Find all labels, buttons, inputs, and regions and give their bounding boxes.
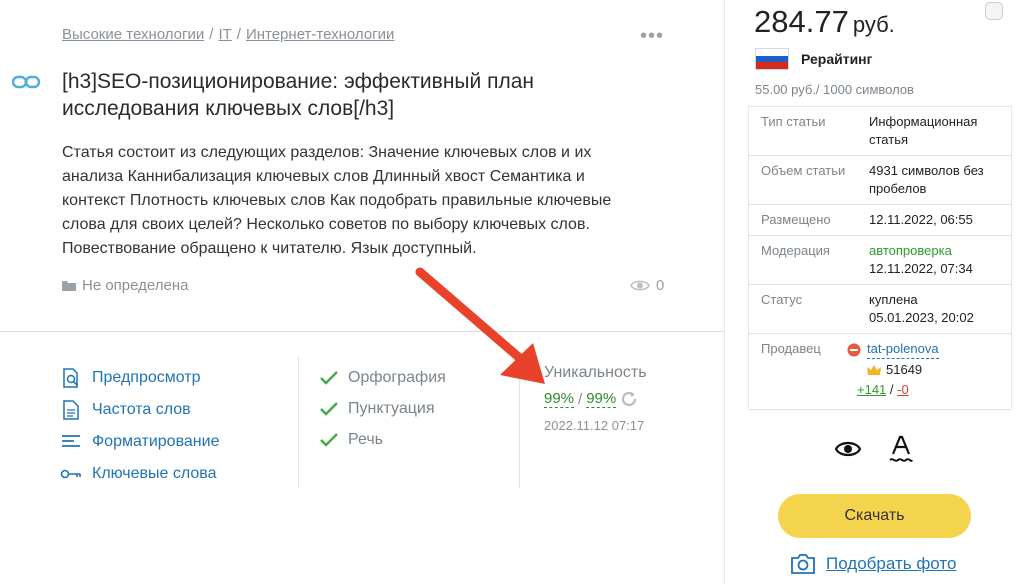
breadcrumb-item-it[interactable]: IT	[218, 26, 231, 43]
uniqueness-value-2[interactable]: 99%	[586, 390, 617, 408]
russia-flag-icon	[755, 48, 789, 70]
site-name: Рерайтинг	[801, 51, 873, 67]
check-punctuation: Пунктуация	[320, 393, 446, 424]
seller-negative[interactable]: -0	[897, 382, 909, 397]
folder-icon	[62, 281, 76, 291]
download-button[interactable]: Скачать	[778, 494, 971, 538]
uniqueness-title: Уникальность	[544, 364, 647, 381]
crown-icon	[867, 364, 881, 375]
info-row-size: Объем статьи 4931 символов без пробелов	[749, 156, 1011, 205]
moderation-status: автопроверка	[869, 243, 952, 258]
uniqueness-date: 2022.11.12 07:17	[544, 418, 645, 433]
link-icon	[11, 74, 41, 95]
camera-icon	[791, 554, 815, 574]
price-value: 284.77	[754, 4, 849, 39]
uniqueness-block: Уникальность 99% / 99% 2022.11.12 07:17	[544, 364, 647, 433]
check-icon	[320, 401, 338, 416]
seller-link[interactable]: tat-polenova	[867, 340, 939, 359]
spellcheck-icon[interactable]	[888, 434, 914, 469]
breadcrumb: Высокие технологии / IT / Интернет-технологи…	[62, 26, 395, 43]
article-card: Высокие технологии / IT / Интернет-технологи…	[0, 0, 724, 584]
tool-keywords[interactable]: Ключевые слова	[60, 458, 219, 490]
rate-info: 55.00 руб./ 1000 символов	[755, 82, 914, 97]
category-label: Не определена	[82, 277, 189, 294]
divider	[0, 331, 724, 332]
article-title[interactable]: [h3]SEO-позиционирование: эффективный пл…	[62, 68, 622, 122]
article-description: Статья состоит из следующих разделов: Зн…	[62, 144, 612, 257]
seller-positive[interactable]: +141	[857, 382, 886, 397]
check-speech: Речь	[320, 424, 446, 455]
refresh-icon[interactable]	[620, 390, 638, 408]
tools-list: Предпросмотр Частота слов Форматирование…	[60, 362, 219, 490]
document-icon	[60, 400, 82, 420]
check-icon	[320, 370, 338, 385]
key-icon	[60, 468, 82, 480]
price: 284.77 руб.	[754, 4, 895, 40]
tool-formatting[interactable]: Форматирование	[60, 426, 219, 458]
select-checkbox[interactable]	[985, 2, 1003, 20]
article-info-table: Тип статьи Информационная статья Объем с…	[748, 106, 1012, 410]
breadcrumb-item-hightech[interactable]: Высокие технологии	[62, 26, 204, 43]
info-row-status: Статус куплена 05.01.2023, 20:02	[749, 285, 1011, 334]
category: Не определена	[62, 277, 188, 294]
tool-word-frequency[interactable]: Частота слов	[60, 394, 219, 426]
preview-icon	[60, 368, 82, 388]
divider	[519, 356, 520, 488]
check-spelling: Орфография	[320, 362, 446, 393]
uniqueness-value-1[interactable]: 99%	[544, 390, 575, 408]
price-currency: руб.	[852, 12, 895, 37]
more-menu-button[interactable]: •••	[640, 26, 664, 46]
blocked-icon	[847, 343, 861, 356]
info-row-moderation: Модерация автопроверка 12.11.2022, 07:34	[749, 236, 1011, 285]
eye-icon[interactable]	[834, 440, 862, 463]
uniqueness-values: 99% / 99%	[544, 390, 647, 408]
views-counter: 0	[630, 277, 664, 294]
info-row-type: Тип статьи Информационная статья	[749, 107, 1011, 156]
moderation-date: 12.11.2022, 07:34	[869, 261, 973, 276]
info-row-placed: Размещено 12.11.2022, 06:55	[749, 205, 1011, 236]
check-icon	[320, 432, 338, 447]
divider	[298, 356, 299, 488]
views-count: 0	[656, 277, 665, 294]
info-row-seller: Продавец tat-polenova 51649 +141 / -0	[761, 340, 939, 397]
eye-icon	[630, 280, 650, 291]
seller-rating: 51649	[886, 362, 923, 377]
format-icon	[60, 434, 82, 450]
pick-photo-link[interactable]: Подобрать фото	[790, 553, 956, 575]
tool-preview[interactable]: Предпросмотр	[60, 362, 219, 394]
breadcrumb-item-internet[interactable]: Интернет-технологии	[246, 26, 394, 43]
status-value: куплена	[869, 292, 918, 307]
status-date: 05.01.2023, 20:02	[869, 310, 974, 325]
checks-list: Орфография Пунктуация Речь	[320, 362, 446, 455]
